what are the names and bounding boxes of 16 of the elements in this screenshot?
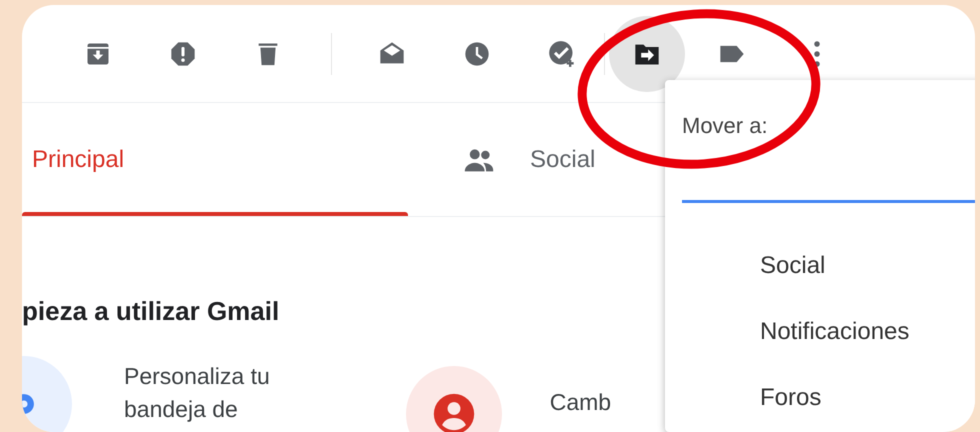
warning-icon xyxy=(169,40,197,68)
menu-title: Mover a: xyxy=(681,112,769,140)
tab-label: Principal xyxy=(32,146,124,174)
menu-item[interactable]: Foros xyxy=(665,365,975,431)
card-text: Personaliza tu xyxy=(124,362,270,391)
card-text: bandeja de xyxy=(124,395,239,424)
clock-icon xyxy=(463,40,491,68)
menu-item[interactable]: Social xyxy=(665,233,975,299)
tab[interactable]: Social xyxy=(408,103,596,216)
tab-label: Social xyxy=(530,146,596,174)
tab[interactable]: Principal xyxy=(22,103,408,216)
section-heading: pieza a utilizar Gmail xyxy=(22,296,280,328)
more-menu-icon xyxy=(814,40,820,66)
menu-item[interactable]: Notificaciones xyxy=(665,299,975,365)
check-circle-icon xyxy=(548,40,576,68)
card-text: Camb xyxy=(550,388,612,417)
